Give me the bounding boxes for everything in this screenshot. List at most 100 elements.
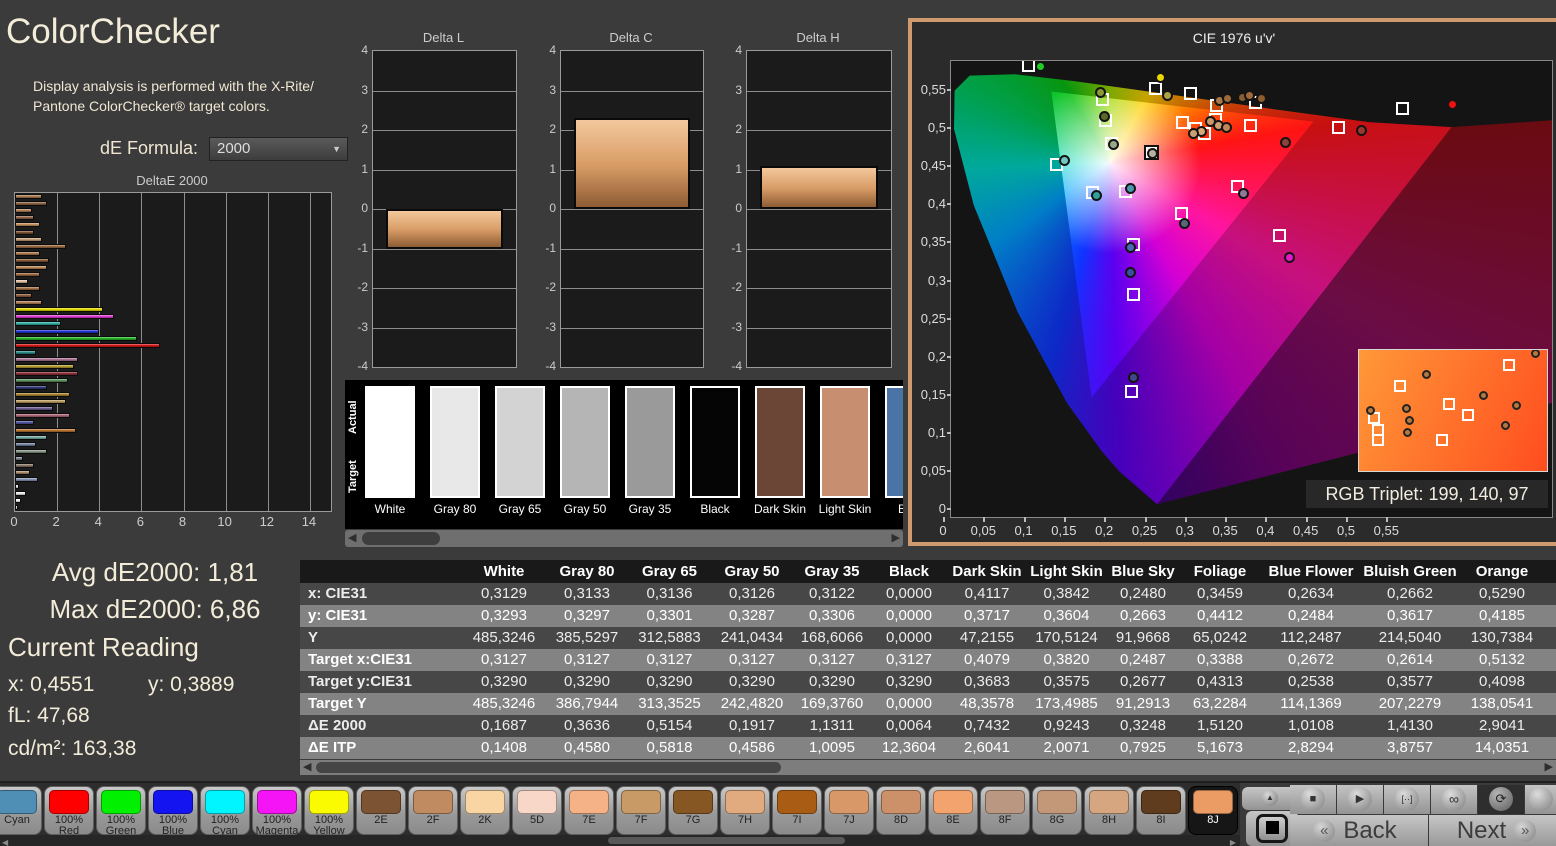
table-cell: 0,3388 — [1180, 649, 1260, 671]
gridline — [747, 130, 891, 131]
table-cell: 2,8294 — [1260, 737, 1362, 759]
description-line2: Pantone ColorChecker® target colors. — [33, 98, 270, 114]
table-scrollbar[interactable]: ◀ ▶ — [300, 760, 1556, 775]
table-cell: 1,0095 — [793, 737, 871, 759]
table-cell: 0,3290 — [628, 671, 711, 693]
patch-button[interactable]: 7J — [824, 786, 874, 835]
gridline — [561, 327, 703, 329]
cie-measured-dot — [1128, 371, 1140, 383]
column-header: Blue Flower — [1260, 560, 1362, 583]
table-cell: 0,5132 — [1458, 649, 1546, 671]
axis-tick-label: 0,15 — [1051, 523, 1077, 538]
patch-button[interactable]: 7F — [616, 786, 666, 835]
scroll-right-icon[interactable]: ▶ — [892, 532, 900, 545]
delta-bar — [573, 118, 691, 209]
deltae-bar — [15, 271, 41, 277]
patch-button[interactable]: 8G — [1032, 786, 1082, 835]
inset-measured-dot — [1405, 415, 1415, 425]
stop-button[interactable]: ■ — [1290, 785, 1336, 814]
table-cell: 0,3129 — [462, 583, 546, 605]
deltae-chart — [14, 192, 332, 512]
patch-label: 5D — [529, 814, 545, 826]
continuous-button[interactable]: ∞ — [1431, 785, 1477, 814]
back-button[interactable]: « Back — [1290, 815, 1428, 846]
scrollbar-thumb[interactable] — [362, 532, 440, 545]
patch-scrollbar[interactable]: ◀ ▶ — [0, 835, 1240, 846]
patch-button[interactable]: 2F — [408, 786, 458, 835]
deltae-bar — [15, 215, 34, 221]
deltae-bar — [15, 385, 47, 391]
patch-button[interactable]: 5D — [512, 786, 562, 835]
patch-button[interactable]: 8E — [928, 786, 978, 835]
cie-measured-dot — [1221, 122, 1233, 134]
patch-swatch — [881, 790, 921, 814]
patch-button[interactable]: 100% Red — [44, 786, 94, 837]
table-cell: 47,2155 — [947, 627, 1027, 649]
table-cell: 0,2614 — [1362, 649, 1458, 671]
scroll-left-icon[interactable]: ◀ — [2, 836, 8, 846]
patch-button[interactable]: 2E — [356, 786, 406, 835]
deltae-bar — [15, 250, 41, 256]
patch-button[interactable]: 100% Magenta — [252, 786, 302, 837]
scroll-left-icon[interactable]: ◀ — [348, 532, 356, 545]
patch-button[interactable]: 7I — [772, 786, 822, 835]
table-cell: 312,5883 — [628, 627, 711, 649]
scroll-right-icon[interactable]: ▶ — [1545, 761, 1553, 774]
axis-tick-label: 3 — [361, 82, 368, 97]
axis-tick-label: 0,1 — [927, 424, 946, 440]
deltae-bar — [15, 349, 37, 355]
patch-button[interactable]: 100% Cyan — [200, 786, 250, 837]
table-cell: 0,3842 — [1027, 583, 1106, 605]
axis-tick-label: -3 — [357, 319, 368, 334]
axis-tick-label: -3 — [731, 319, 742, 334]
patch-button[interactable]: Cyan — [0, 786, 42, 835]
de-formula-dropdown[interactable]: 2000 ▼ — [209, 137, 348, 161]
axis-tick — [947, 127, 951, 130]
interval-button[interactable]: [··] — [1384, 785, 1430, 814]
axis-tick-label: -4 — [357, 359, 368, 373]
deltae-bar — [15, 370, 79, 376]
scroll-right-icon[interactable]: ▶ — [1230, 836, 1236, 846]
table-cell: 0,3133 — [546, 583, 628, 605]
patch-button[interactable]: 7H — [720, 786, 770, 835]
patch-button[interactable]: 100% Green — [96, 786, 146, 837]
gridline — [183, 193, 185, 511]
patch-button[interactable]: 7E — [564, 786, 614, 835]
app-window: ColorChecker Display analysis is perform… — [0, 0, 1556, 846]
chevron-down-icon: ▼ — [332, 144, 341, 154]
table-cell: 0,3575 — [1027, 671, 1106, 693]
scrollbar-thumb[interactable] — [608, 837, 845, 844]
extra-button[interactable] — [1525, 785, 1556, 814]
current-reading-heading: Current Reading — [8, 632, 199, 662]
patch-button[interactable]: 8J — [1188, 786, 1238, 835]
next-button[interactable]: Next » — [1429, 815, 1556, 846]
patch-button[interactable]: 8F — [980, 786, 1030, 835]
patch-button[interactable]: 100% Yellow — [304, 786, 354, 837]
axis-tick — [1346, 517, 1348, 522]
patch-button[interactable]: 100% Blue — [148, 786, 198, 837]
scroll-left-icon[interactable]: ◀ — [303, 761, 311, 774]
patch-label: 2E — [374, 814, 388, 826]
patch-swatch — [49, 790, 89, 814]
deltae-bar — [15, 335, 138, 341]
swatch-strip-scrollbar[interactable]: ◀ ▶ — [345, 530, 903, 547]
refresh-button[interactable]: ⟳ — [1478, 785, 1524, 814]
table-cell: 0,18 — [1546, 605, 1556, 627]
axis-tick — [947, 165, 951, 168]
scrollbar-thumb[interactable] — [316, 762, 781, 773]
patch-button[interactable]: 7G — [668, 786, 718, 835]
patch-button[interactable]: 8I — [1136, 786, 1186, 835]
table-cell: 0,88 — [1546, 715, 1556, 737]
cie-measured-dot — [1125, 242, 1137, 254]
inset-target-square — [1435, 433, 1448, 446]
patch-label: 8J — [1207, 814, 1219, 826]
delta-bar — [385, 209, 504, 249]
patch-button[interactable]: 2K — [460, 786, 510, 835]
patch-button[interactable]: 8H — [1084, 786, 1134, 835]
inset-measured-dot — [1531, 350, 1541, 359]
back-chevron-icon: « — [1313, 819, 1336, 842]
play-button[interactable]: ▶ — [1337, 785, 1383, 814]
patch-button[interactable]: 8D — [876, 786, 926, 835]
delta-l-chart: Delta L 4 3 2 1 0 -1 -2 -3 -4 — [342, 30, 517, 373]
deltae-bar — [15, 392, 70, 398]
